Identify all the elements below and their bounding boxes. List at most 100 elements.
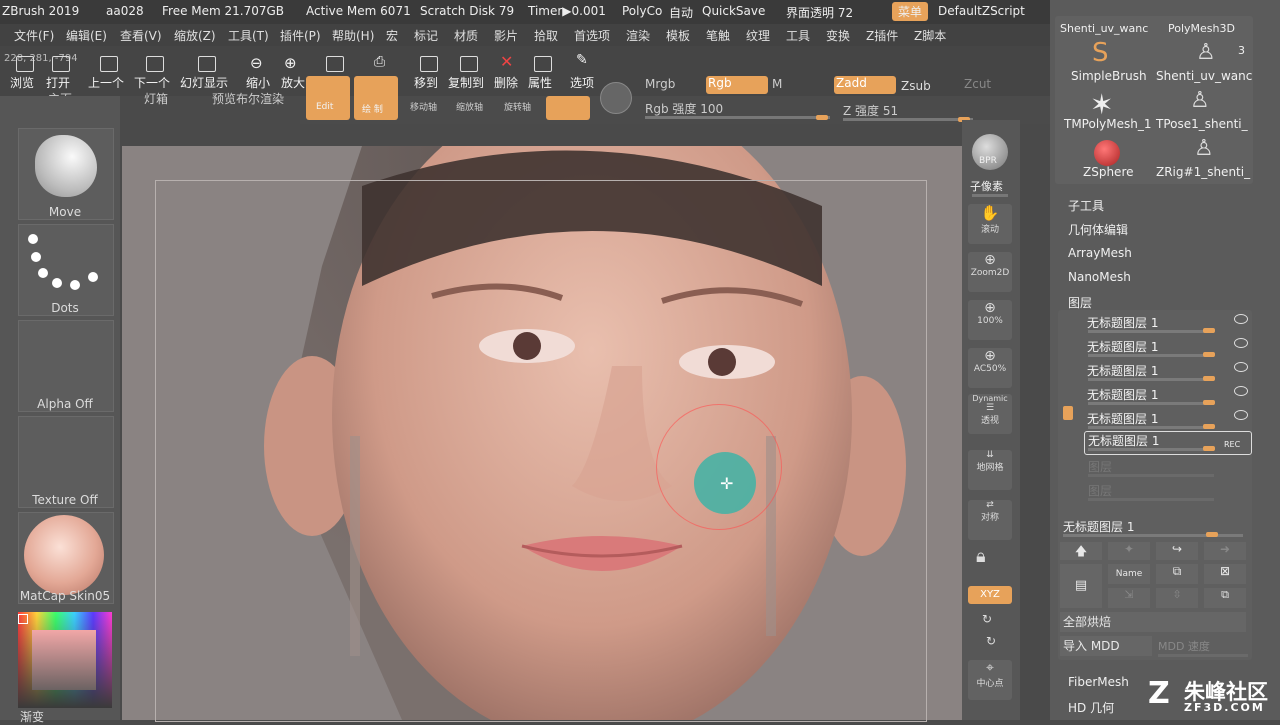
merge-down-icon[interactable]: ⇲ bbox=[1108, 588, 1150, 608]
menu-view[interactable]: 查看(V) bbox=[120, 27, 162, 44]
rgb-intensity-knob[interactable] bbox=[816, 115, 828, 120]
eye-icon[interactable] bbox=[1234, 362, 1248, 372]
z-intensity-slider[interactable]: Z 强度 51 bbox=[843, 102, 898, 119]
menu-texture[interactable]: 纹理 bbox=[746, 27, 770, 44]
layer-strength-knob[interactable] bbox=[1203, 424, 1215, 429]
move-up-icon[interactable]: 🡅 bbox=[1060, 542, 1102, 560]
eye-icon[interactable] bbox=[1234, 410, 1248, 420]
zsub-button[interactable]: Zsub bbox=[901, 79, 931, 93]
menu-zoom[interactable]: 缩放(Z) bbox=[174, 27, 216, 44]
layer-strength-slider[interactable] bbox=[1088, 426, 1214, 429]
lock-icon[interactable]: 🔒︎ bbox=[976, 546, 1004, 572]
next-button[interactable]: 下一个 bbox=[134, 74, 170, 91]
rotate-y-icon[interactable]: ↻ bbox=[982, 612, 992, 626]
import-mdd-button[interactable]: 导入 MDD bbox=[1060, 636, 1152, 656]
tool-item[interactable]: Shenti_uv_wanc bbox=[1156, 69, 1252, 83]
layers-menu[interactable]: 图层 bbox=[1068, 294, 1092, 311]
rotate-z-icon[interactable]: ↻ bbox=[986, 634, 996, 648]
tool-item[interactable]: ZSphere bbox=[1083, 165, 1134, 179]
default-zscript[interactable]: DefaultZScript bbox=[938, 4, 1025, 18]
delete-layer-icon[interactable]: ⊠ bbox=[1204, 564, 1246, 584]
rec-button[interactable]: REC bbox=[1224, 440, 1240, 449]
tool-item[interactable]: ZRig#1_shenti_ bbox=[1156, 165, 1250, 179]
eye-icon[interactable] bbox=[1234, 386, 1248, 396]
layer-strength-slider[interactable] bbox=[1088, 378, 1214, 381]
rgb-intensity-track[interactable] bbox=[645, 116, 830, 119]
duplicate-icon[interactable]: ⧉ bbox=[1156, 564, 1198, 584]
eye-icon[interactable] bbox=[1234, 314, 1248, 324]
rgb-intensity-slider[interactable]: Rgb 强度 100 bbox=[645, 100, 723, 117]
options-button[interactable]: 选项 bbox=[570, 74, 594, 91]
subtool-menu[interactable]: 子工具 bbox=[1068, 197, 1104, 214]
xyz-button[interactable]: XYZ bbox=[968, 586, 1012, 604]
lightbox-tab[interactable]: 灯箱 bbox=[144, 90, 168, 107]
bake-all-button[interactable]: 全部烘焙 bbox=[1060, 612, 1246, 632]
subpixel-label[interactable]: 子像素 bbox=[970, 178, 1003, 194]
material-mode-button[interactable] bbox=[546, 96, 590, 120]
menu-render[interactable]: 渲染 bbox=[626, 27, 650, 44]
color-square[interactable] bbox=[32, 630, 96, 690]
menu-zscript[interactable]: Z脚本 bbox=[914, 27, 946, 44]
menu-tool[interactable]: 工具(T) bbox=[228, 27, 269, 44]
hd-geometry-menu[interactable]: HD 几何 bbox=[1068, 699, 1114, 716]
bpr-button[interactable]: BPR bbox=[972, 134, 1008, 170]
fibermesh-menu[interactable]: FiberMesh bbox=[1068, 675, 1129, 689]
layer-strength-knob[interactable] bbox=[1203, 352, 1215, 357]
quicksave-button[interactable]: QuickSave bbox=[702, 4, 765, 18]
geometry-menu[interactable]: 几何体编辑 bbox=[1068, 221, 1128, 238]
open-button[interactable]: 打开 bbox=[46, 74, 70, 91]
arraymesh-menu[interactable]: ArrayMesh bbox=[1068, 246, 1132, 260]
tool-item[interactable]: SimpleBrush bbox=[1071, 69, 1147, 83]
eye-icon[interactable] bbox=[1234, 338, 1248, 348]
rotate-axis-button[interactable]: 旋转轴 bbox=[504, 100, 531, 113]
menu-tool2[interactable]: 工具 bbox=[786, 27, 810, 44]
menu-plugin[interactable]: 插件(P) bbox=[280, 27, 321, 44]
scroll-button[interactable]: ✋ 滚动 bbox=[968, 204, 1012, 244]
menu-zplugin[interactable]: Z插件 bbox=[866, 27, 898, 44]
menu-edit[interactable]: 编辑(E) bbox=[66, 27, 107, 44]
nanomesh-menu[interactable]: NanoMesh bbox=[1068, 270, 1131, 284]
preview-render-tab[interactable]: 预览布尔渲染 bbox=[212, 90, 284, 107]
zcut-button[interactable]: Zcut bbox=[964, 77, 991, 91]
redo-icon[interactable]: ↪ bbox=[1156, 542, 1198, 560]
m-button[interactable]: M bbox=[772, 77, 782, 91]
auto-label[interactable]: 自动 bbox=[669, 4, 693, 21]
mdd-speed-slider[interactable]: MDD 速度 bbox=[1158, 638, 1210, 654]
layer-strength-knob[interactable] bbox=[1203, 376, 1215, 381]
color-picker[interactable] bbox=[18, 612, 112, 708]
tool-item[interactable]: PolyMesh3D bbox=[1168, 22, 1235, 35]
edit-mode-button[interactable]: Edit bbox=[306, 76, 350, 120]
draw-mode-button[interactable]: 绘 制 bbox=[354, 76, 398, 120]
properties-button[interactable]: 属性 bbox=[528, 74, 552, 91]
z-intensity-track[interactable] bbox=[843, 118, 973, 121]
color-swatch-icon[interactable] bbox=[18, 614, 28, 624]
floor-grid-button[interactable]: ⇊ 地网格 bbox=[968, 450, 1012, 490]
menu-stroke[interactable]: 笔触 bbox=[706, 27, 730, 44]
subpixel-slider[interactable] bbox=[972, 194, 1008, 197]
zoom100-button[interactable]: ⊕ 100% bbox=[968, 300, 1012, 340]
browse-button[interactable]: 浏览 bbox=[10, 74, 34, 91]
menu-marker[interactable]: 标记 bbox=[414, 27, 438, 44]
mdd-speed-track[interactable] bbox=[1158, 654, 1248, 657]
menu-file[interactable]: 文件(F) bbox=[14, 27, 54, 44]
mrgb-button[interactable]: Mrgb bbox=[645, 77, 675, 91]
copy-to-button[interactable]: 复制到 bbox=[448, 74, 484, 91]
layer-strength-slider[interactable] bbox=[1088, 330, 1214, 333]
layer-strength-slider[interactable] bbox=[1088, 354, 1214, 357]
delete-button[interactable]: 删除 bbox=[494, 74, 518, 91]
symmetry-button[interactable]: ⇄ 对称 bbox=[968, 500, 1012, 540]
layer-strength-slider[interactable] bbox=[1088, 448, 1214, 451]
menu-macro[interactable]: 宏 bbox=[386, 27, 398, 44]
center-point-button[interactable]: ⌖ 中心点 bbox=[968, 660, 1012, 700]
tool-item[interactable]: TPose1_shenti_ bbox=[1156, 117, 1248, 131]
lightbox-button[interactable]: 幻灯显示 bbox=[180, 74, 228, 91]
current-layer-knob[interactable] bbox=[1206, 532, 1218, 537]
menu-preferences[interactable]: 首选项 bbox=[574, 27, 610, 44]
move-to-button[interactable]: 移到 bbox=[414, 74, 438, 91]
move-axis-button[interactable]: 移动轴 bbox=[410, 100, 437, 113]
prev-button[interactable]: 上一个 bbox=[88, 74, 124, 91]
menu-button[interactable]: 菜单 bbox=[892, 2, 929, 21]
menu-movie[interactable]: 影片 bbox=[494, 27, 518, 44]
new-layer-icon[interactable]: ▤ bbox=[1060, 564, 1102, 608]
scale-axis-button[interactable]: 缩放轴 bbox=[456, 100, 483, 113]
